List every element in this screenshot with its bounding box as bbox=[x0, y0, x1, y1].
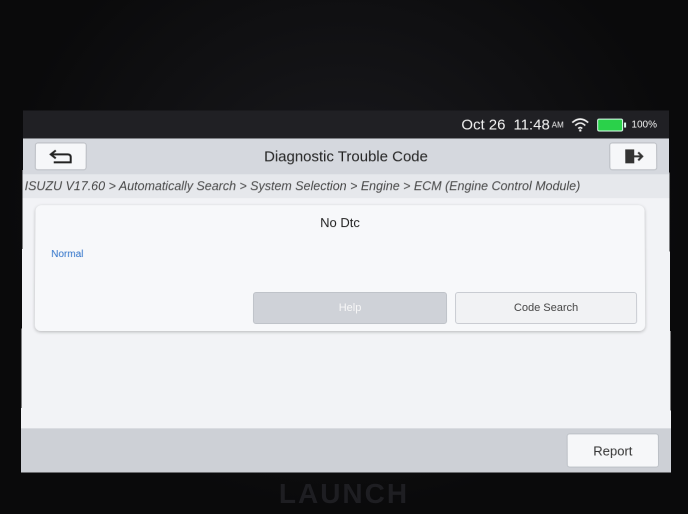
device-screen: Oct 26 11:48 AM 100% Diagnostic Trouble … bbox=[20, 110, 672, 473]
system-status: Normal bbox=[51, 249, 84, 261]
wifi-icon bbox=[572, 118, 590, 132]
battery-percent: 100% bbox=[631, 119, 658, 131]
status-bar: Oct 26 11:48 AM 100% bbox=[22, 110, 670, 139]
help-button[interactable]: Help bbox=[252, 291, 448, 325]
device-brand-logo: LAUNCH bbox=[278, 478, 410, 509]
status-time: 11:48 bbox=[513, 116, 550, 134]
exit-icon bbox=[625, 147, 644, 165]
dtc-result-card: No Dtc Normal Help Code Search bbox=[34, 205, 646, 332]
report-button[interactable]: Report bbox=[566, 433, 660, 468]
code-search-button[interactable]: Code Search bbox=[455, 291, 638, 325]
status-ampm: AM bbox=[551, 120, 564, 130]
breadcrumb: ISUZU V17.60 > Automatically Search > Sy… bbox=[22, 174, 672, 199]
title-bar: Diagnostic Trouble Code bbox=[22, 138, 670, 175]
page-title: Diagnostic Trouble Code bbox=[264, 147, 428, 165]
back-arrow-icon bbox=[49, 150, 72, 164]
exit-button[interactable] bbox=[609, 142, 658, 171]
bottom-toolbar: Report bbox=[20, 428, 672, 473]
battery-icon bbox=[597, 118, 624, 132]
back-button[interactable] bbox=[34, 142, 87, 171]
dtc-heading: No Dtc bbox=[320, 215, 360, 231]
status-date: Oct 26 bbox=[461, 116, 506, 134]
